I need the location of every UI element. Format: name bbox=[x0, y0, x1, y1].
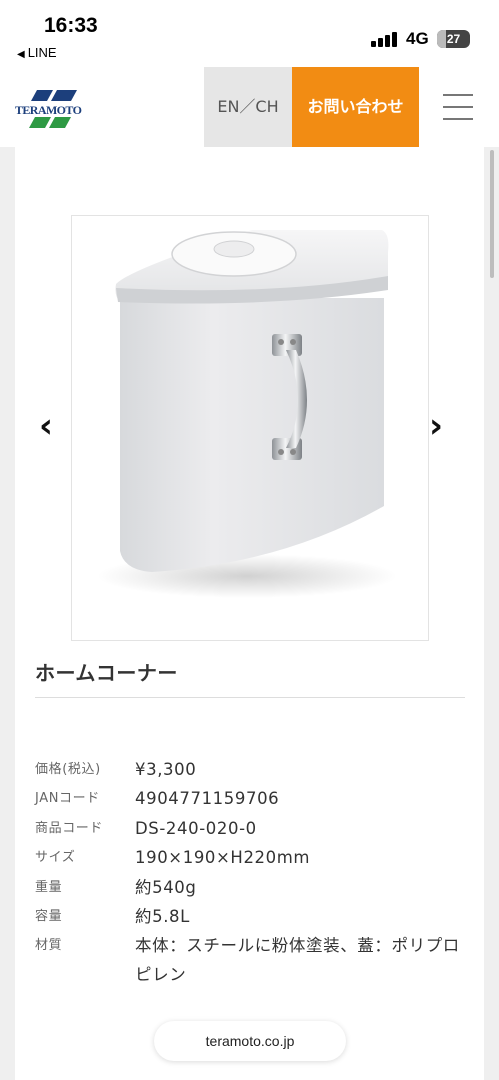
status-bar: 16:33 ◀ LINE 4G 27 bbox=[0, 0, 499, 67]
spec-row-price: 価格(税込) ¥3,300 bbox=[35, 755, 475, 784]
back-triangle-icon: ◀ bbox=[17, 49, 25, 60]
spec-label: サイズ bbox=[35, 850, 76, 866]
spec-row-weight: 重量 約540g bbox=[35, 873, 475, 902]
spec-label: 材質 bbox=[35, 938, 63, 954]
chevron-left-icon: ‹ bbox=[39, 406, 54, 446]
spec-value: 4904771159706 bbox=[135, 789, 280, 809]
back-app-label: LINE bbox=[27, 45, 57, 60]
signal-strength-icon bbox=[371, 31, 399, 47]
spec-label: 容量 bbox=[35, 908, 63, 924]
logo-text: TERAMOTO bbox=[15, 103, 82, 117]
spec-value: 190×190×H220mm bbox=[135, 848, 311, 868]
spec-row-jan: JANコード 4904771159706 bbox=[35, 784, 475, 813]
spec-label: 商品コード bbox=[35, 820, 104, 836]
spec-value: 本体：スチールに粉体塗装、蓋：ポリプロピレン bbox=[135, 936, 460, 985]
site-header: TERAMOTO EN／CH お問い合わせ bbox=[0, 67, 499, 147]
chevron-right-icon: › bbox=[429, 406, 444, 446]
hamburger-menu-icon[interactable] bbox=[436, 91, 478, 123]
product-image bbox=[71, 215, 429, 641]
corner-bin-illustration bbox=[97, 230, 397, 598]
network-type: 4G bbox=[406, 29, 429, 48]
title-divider bbox=[35, 697, 465, 698]
spec-row-material: 材質 本体：スチールに粉体塗装、蓋：ポリプロピレン bbox=[35, 931, 475, 991]
spec-label: JANコード bbox=[35, 791, 100, 807]
spec-value: 約5.8L bbox=[135, 906, 190, 926]
contact-button[interactable]: お問い合わせ bbox=[292, 67, 419, 147]
language-switch-button[interactable]: EN／CH bbox=[204, 67, 292, 147]
back-to-app-link[interactable]: ◀ LINE bbox=[17, 45, 57, 60]
carousel-next-button[interactable]: › bbox=[429, 409, 443, 443]
spec-row-capacity: 容量 約5.8L bbox=[35, 902, 475, 931]
carousel-prev-button[interactable]: ‹ bbox=[39, 409, 53, 443]
spec-value: 約540g bbox=[135, 877, 197, 897]
browser-url-bar[interactable]: teramoto.co.jp bbox=[154, 1021, 346, 1061]
teramoto-logo[interactable]: TERAMOTO bbox=[15, 86, 87, 130]
spec-row-code: 商品コード DS-240-020-0 bbox=[35, 814, 475, 843]
spec-value: DS-240-020-0 bbox=[135, 818, 257, 838]
battery-level-fill bbox=[437, 30, 446, 48]
spec-row-size: サイズ 190×190×H220mm bbox=[35, 843, 475, 872]
spec-label: 重量 bbox=[35, 879, 63, 895]
main-content: ‹ › ホームコーナー 価格(税込) ¥3,300 JANコード 4904771… bbox=[15, 147, 484, 1080]
spec-value: ¥3,300 bbox=[135, 760, 197, 779]
battery-percent: 27 bbox=[446, 32, 461, 46]
scroll-indicator bbox=[490, 150, 494, 278]
battery-icon: 27 bbox=[437, 30, 470, 48]
status-time: 16:33 bbox=[44, 14, 98, 37]
product-title: ホームコーナー bbox=[35, 661, 178, 685]
spec-list: 価格(税込) ¥3,300 JANコード 4904771159706 商品コード… bbox=[35, 755, 475, 991]
spec-label: 価格(税込) bbox=[35, 762, 101, 777]
